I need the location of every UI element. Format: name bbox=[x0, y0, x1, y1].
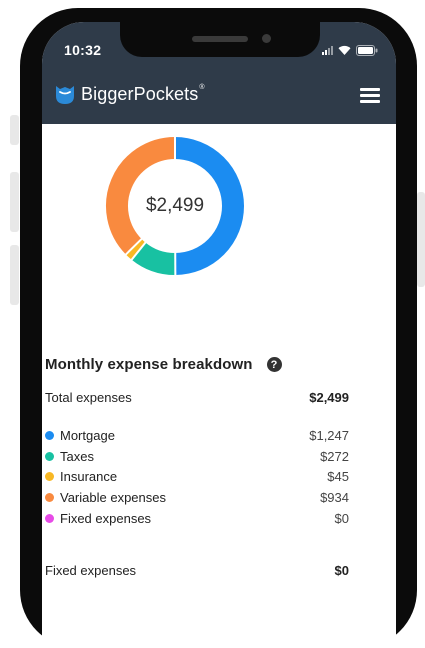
expense-label: Fixed expenses bbox=[60, 511, 151, 526]
front-camera bbox=[262, 34, 271, 43]
legend-dot bbox=[45, 431, 54, 440]
battery-icon bbox=[356, 45, 378, 56]
status-time: 10:32 bbox=[64, 42, 101, 58]
mute-switch bbox=[10, 115, 19, 145]
expense-value: $0 bbox=[335, 511, 349, 526]
volume-down-button bbox=[10, 245, 19, 305]
notch bbox=[120, 22, 320, 57]
expense-label: Taxes bbox=[60, 449, 94, 464]
expense-label: Mortgage bbox=[60, 428, 115, 443]
expense-item-taxes: Taxes $272 bbox=[45, 446, 349, 467]
total-expenses-row: Total expenses $2,499 bbox=[45, 390, 349, 405]
total-expenses-label: Total expenses bbox=[45, 390, 132, 405]
expense-label: Insurance bbox=[60, 469, 117, 484]
wifi-icon bbox=[338, 45, 351, 55]
breakdown-header: Monthly expense breakdown ? bbox=[45, 356, 349, 373]
brand-name: BiggerPockets bbox=[81, 84, 198, 105]
donut-total: $2,499 bbox=[105, 136, 245, 276]
expense-value: $1,247 bbox=[309, 428, 349, 443]
help-icon[interactable]: ? bbox=[267, 357, 282, 372]
speaker-grille bbox=[192, 36, 248, 42]
piggy-bank-logo-icon bbox=[54, 83, 76, 105]
expense-value: $272 bbox=[320, 449, 349, 464]
expense-value: $934 bbox=[320, 490, 349, 505]
status-icons bbox=[322, 44, 378, 56]
expense-value: $45 bbox=[327, 469, 349, 484]
expense-breakdown: Monthly expense breakdown ? Total expens… bbox=[45, 356, 349, 578]
fixed-expenses-row: Fixed expenses $0 bbox=[45, 563, 349, 578]
brand-logo[interactable]: BiggerPockets ® bbox=[54, 83, 205, 105]
expense-item-mortgage: Mortgage $1,247 bbox=[45, 425, 349, 446]
expense-item-insurance: Insurance $45 bbox=[45, 467, 349, 488]
expense-label: Variable expenses bbox=[60, 490, 166, 505]
power-button bbox=[417, 192, 425, 287]
fixed-expenses-label: Fixed expenses bbox=[45, 563, 136, 578]
legend-dot bbox=[45, 514, 54, 523]
breakdown-title: Monthly expense breakdown bbox=[45, 356, 253, 373]
registered-mark: ® bbox=[199, 84, 204, 91]
fixed-expenses-value: $0 bbox=[335, 563, 349, 578]
hamburger-menu-icon[interactable] bbox=[360, 88, 380, 104]
volume-up-button bbox=[10, 172, 19, 232]
legend-dot bbox=[45, 472, 54, 481]
status-bar: 10:32 bbox=[42, 22, 396, 64]
legend-dot bbox=[45, 452, 54, 461]
expense-item-variable: Variable expenses $934 bbox=[45, 487, 349, 508]
legend-dot bbox=[45, 493, 54, 502]
expense-list: Mortgage $1,247 Taxes $272 Insurance $45… bbox=[45, 425, 349, 529]
expense-item-fixed: Fixed expenses $0 bbox=[45, 508, 349, 529]
total-expenses-value: $2,499 bbox=[309, 390, 349, 405]
signal-icon bbox=[322, 45, 333, 55]
app-header: BiggerPockets ® bbox=[42, 64, 396, 124]
